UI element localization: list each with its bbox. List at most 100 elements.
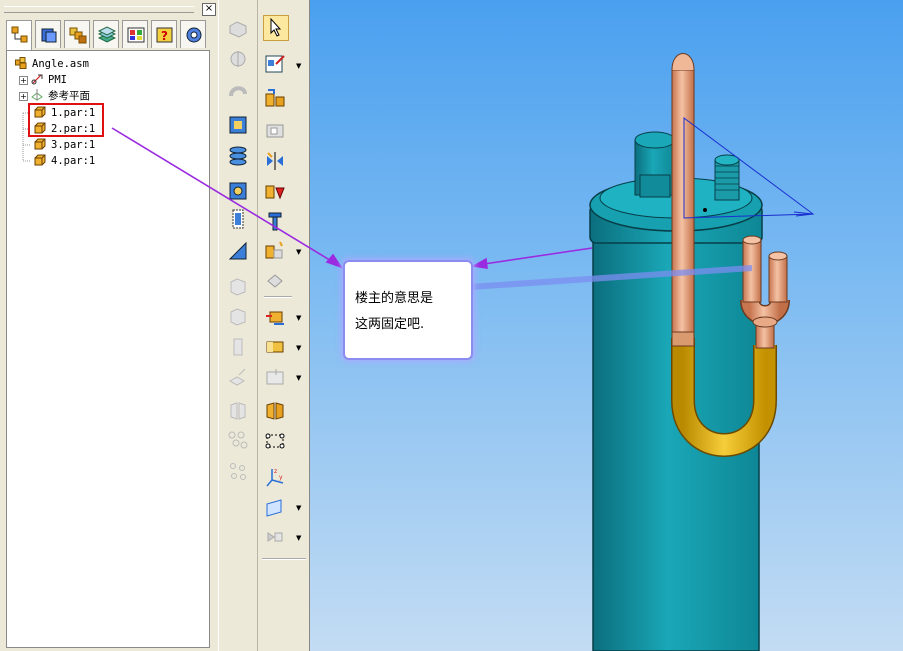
sketch-button[interactable] <box>264 52 288 76</box>
tab-engineering-reference[interactable] <box>180 20 206 48</box>
reference-plane-icon <box>266 499 282 517</box>
pathfinder-pane: × ? Angle.asm + PMI + 参考平面 1.par:1 2.par… <box>0 0 218 651</box>
help-icon: ? <box>156 27 173 43</box>
tree-node-part-4[interactable]: 4.par:1 <box>34 154 95 168</box>
highlight-box <box>28 103 104 137</box>
view-icon <box>267 532 283 542</box>
round-button[interactable] <box>227 306 251 330</box>
pattern-component-button[interactable] <box>264 180 288 204</box>
assembly-pathfinder-icon <box>11 26 28 43</box>
tab-assembly-pathfinder[interactable] <box>6 20 32 51</box>
assembly-features-icon <box>266 402 284 420</box>
mirror-button[interactable] <box>227 400 251 424</box>
mirror-component-icon <box>267 152 283 170</box>
extrude-icon <box>229 21 247 38</box>
callout-line-2: 这两固定吧. <box>355 317 425 332</box>
reference-plane-button[interactable] <box>264 496 288 520</box>
wire-harness-button[interactable] <box>264 336 288 360</box>
tree-node-label: 参考平面 <box>48 90 90 102</box>
relationship-button[interactable] <box>264 430 288 454</box>
round-icon <box>230 308 246 326</box>
thread-button[interactable] <box>227 208 251 232</box>
layers-icon <box>98 26 116 43</box>
assembly-features-button[interactable] <box>264 400 288 424</box>
chevron-down-icon[interactable]: ▼ <box>296 62 301 70</box>
select-tool-button[interactable] <box>263 15 289 41</box>
tab-layers[interactable] <box>93 20 119 48</box>
chevron-down-icon[interactable]: ▼ <box>296 374 301 382</box>
replace-part-button[interactable] <box>264 240 288 264</box>
assembly-tree: Angle.asm + PMI + 参考平面 1.par:1 2.par:1 3… <box>6 50 210 648</box>
replace-part-icon <box>265 241 283 259</box>
circular-pattern-button[interactable] <box>227 460 251 484</box>
pane-tabs: ? <box>6 20 212 51</box>
chevron-down-icon[interactable]: ▼ <box>296 344 301 352</box>
mate-icon <box>266 124 284 138</box>
relationship-icon <box>265 433 285 449</box>
pattern-icon <box>228 431 248 449</box>
callout-line-1: 楼主的意思是 <box>355 291 434 306</box>
move-face-button[interactable] <box>227 366 251 390</box>
pattern-button[interactable] <box>227 430 251 454</box>
mirror-icon <box>230 402 246 420</box>
feature-library-icon <box>127 27 145 43</box>
move-face-icon <box>228 368 246 386</box>
disperse-icon <box>267 274 283 288</box>
rib-icon <box>228 241 247 260</box>
insert-component-button[interactable] <box>264 88 288 112</box>
draft-button[interactable] <box>227 276 251 300</box>
rib-button[interactable] <box>227 240 251 264</box>
insert-component-icon <box>265 89 285 107</box>
chevron-down-icon[interactable]: ▼ <box>296 504 301 512</box>
parts-library-icon <box>41 28 57 43</box>
pane-close-button[interactable]: × <box>202 3 216 16</box>
fastener-icon <box>268 212 282 231</box>
tube-button[interactable] <box>264 306 288 330</box>
features-toolbar <box>218 0 258 651</box>
coordinate-system-button[interactable]: zy <box>264 466 288 490</box>
hole-button[interactable] <box>227 180 251 204</box>
disperse-button[interactable] <box>264 270 288 294</box>
family-of-assemblies-icon <box>69 27 87 44</box>
hole-icon <box>229 182 247 200</box>
frame-icon <box>266 369 284 385</box>
tree-node-label: 4.par:1 <box>51 155 96 167</box>
engineering-reference-icon <box>186 27 202 43</box>
helix-button[interactable] <box>227 144 251 168</box>
chamfer-button[interactable] <box>227 336 251 360</box>
coordinate-system-icon: zy <box>266 468 284 487</box>
revolve-icon <box>230 51 246 67</box>
chamfer-icon <box>233 338 243 356</box>
chevron-down-icon[interactable]: ▼ <box>296 534 301 542</box>
tab-help[interactable]: ? <box>151 20 177 48</box>
wire-harness-icon <box>266 341 284 353</box>
tree-node-part-3[interactable]: 3.par:1 <box>34 138 95 152</box>
fastener-button[interactable] <box>264 210 288 234</box>
select-arrow-icon <box>270 17 282 37</box>
pane-grip[interactable] <box>4 6 194 13</box>
thin-wall-button[interactable] <box>227 114 251 138</box>
helix-icon <box>229 146 247 166</box>
part-icon <box>34 138 46 150</box>
tree-node-label: 3.par:1 <box>51 139 96 151</box>
tab-family-of-assemblies[interactable] <box>64 20 90 48</box>
tube-icon <box>266 311 284 325</box>
tab-feature-library[interactable] <box>122 20 148 48</box>
mirror-component-button[interactable] <box>264 150 288 174</box>
extrude-button[interactable] <box>227 18 251 42</box>
tab-parts-library[interactable] <box>35 20 61 48</box>
frame-button[interactable] <box>264 366 288 390</box>
chevron-down-icon[interactable]: ▼ <box>296 248 301 256</box>
revolve-button[interactable] <box>227 48 251 72</box>
sweep-icon <box>229 86 247 97</box>
chevron-down-icon[interactable]: ▼ <box>296 314 301 322</box>
mate-button[interactable] <box>264 120 288 144</box>
view-button[interactable] <box>264 526 288 550</box>
pattern-component-icon <box>265 185 285 200</box>
circular-pattern-icon <box>230 463 246 480</box>
draft-icon <box>230 278 246 296</box>
svg-text:?: ? <box>161 29 168 43</box>
thin-wall-icon <box>229 116 247 134</box>
sweep-button[interactable] <box>227 80 251 104</box>
tree-node-label: PMI <box>48 74 67 86</box>
